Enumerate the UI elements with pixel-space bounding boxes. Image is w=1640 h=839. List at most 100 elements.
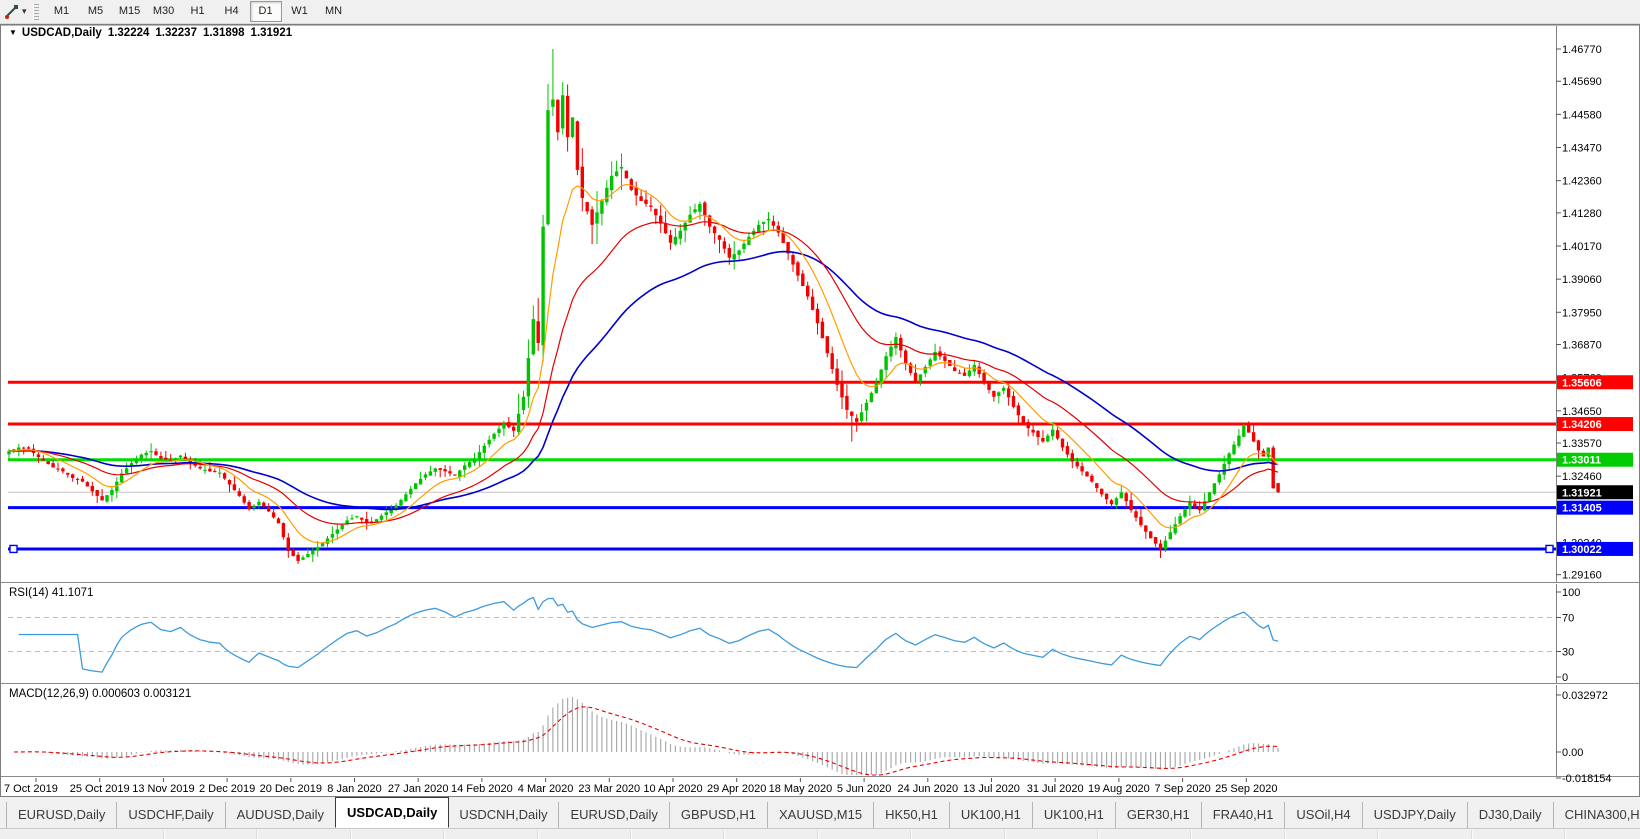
- candle-body: [865, 403, 868, 411]
- current-price-chip[interactable]: 1.31921: [1557, 485, 1633, 499]
- candle-body: [1174, 524, 1177, 533]
- candle-body: [512, 427, 515, 431]
- chart-tab-hk50-h1[interactable]: HK50,H1: [874, 802, 950, 828]
- candle-body: [375, 519, 378, 522]
- candle-body: [796, 262, 799, 275]
- candle-body: [747, 237, 750, 245]
- candle-body: [767, 219, 770, 221]
- candle-body: [1276, 483, 1279, 492]
- chart-tab-fra40-h1[interactable]: FRA40,H1: [1202, 802, 1286, 828]
- candle-body: [777, 226, 780, 233]
- symbol-dropdown-icon[interactable]: ▼: [9, 28, 17, 37]
- chart-tab-usdcnh-daily[interactable]: USDCNH,Daily: [448, 802, 559, 828]
- candle-body: [409, 489, 412, 494]
- candle-body: [1252, 432, 1255, 441]
- price-chart-canvas[interactable]: 1.467701.456901.445801.434701.423601.412…: [0, 0, 1640, 839]
- candle-body: [953, 367, 956, 371]
- candle-body: [835, 368, 838, 384]
- candle-body: [198, 467, 201, 469]
- symbol-timeframe-label: USDCAD,Daily: [22, 27, 102, 39]
- rsi-axis-tick-label: 70: [1562, 613, 1574, 625]
- candle-body: [982, 373, 985, 383]
- date-axis-label: 23 Mar 2020: [578, 783, 640, 795]
- candle-body: [179, 456, 182, 458]
- chart-tab-eurusd-daily[interactable]: EURUSD,Daily: [559, 802, 669, 828]
- candle-body: [267, 507, 270, 511]
- status-divider: [1190, 830, 1192, 839]
- date-axis-label: 13 Nov 2019: [132, 783, 194, 795]
- chart-tab-bar: EURUSD,DailyUSDCHF,DailyAUDUSD,DailyUSDC…: [0, 798, 1640, 828]
- chart-tab-eurusd-daily[interactable]: EURUSD,Daily: [6, 802, 117, 828]
- candle-body: [434, 468, 437, 471]
- chart-tab-usdcad-daily[interactable]: USDCAD,Daily: [335, 797, 449, 828]
- date-axis-label: 31 Jul 2020: [1027, 783, 1084, 795]
- chart-tab-usdchf-daily[interactable]: USDCHF,Daily: [117, 802, 225, 828]
- candle-body: [1134, 511, 1137, 517]
- date-axis-label: 13 Jul 2020: [963, 783, 1020, 795]
- candle-body: [826, 336, 829, 353]
- candle-body: [566, 96, 569, 137]
- candle-body: [625, 171, 628, 179]
- chart-tab-xauusd-m15[interactable]: XAUUSD,M15: [768, 802, 874, 828]
- candle-body: [590, 209, 593, 224]
- candle-body: [860, 412, 863, 421]
- chart-tab-ger30-h1[interactable]: GER30,H1: [1116, 802, 1202, 828]
- candle-body: [894, 337, 897, 348]
- price-axis-tick-label: 1.42360: [1562, 176, 1602, 188]
- candle-body: [424, 474, 427, 477]
- candle-body: [228, 480, 231, 484]
- candle-body: [257, 502, 260, 505]
- price-level-chip[interactable]: 1.35606: [1557, 375, 1633, 389]
- candle-body: [850, 412, 853, 416]
- candle-body: [1125, 493, 1128, 501]
- candle-body: [473, 459, 476, 463]
- candle-body: [737, 250, 740, 254]
- candle-body: [889, 347, 892, 357]
- candle-body: [1144, 526, 1147, 532]
- chart-tab-uk100-h1[interactable]: UK100,H1: [950, 802, 1033, 828]
- date-axis-label: 25 Oct 2019: [70, 783, 130, 795]
- price-axis-tick-label: 1.39060: [1562, 274, 1602, 286]
- candle-body: [277, 519, 280, 524]
- price-axis-tick-label: 1.36870: [1562, 340, 1602, 352]
- candle-body: [713, 227, 716, 234]
- price-axis-tick-label: 1.46770: [1562, 44, 1602, 56]
- ohlc-close: 1.31921: [251, 27, 293, 39]
- chart-tab-china300-h1[interactable]: CHINA300,H1: [1554, 802, 1640, 828]
- candle-body: [399, 500, 402, 506]
- candle-body: [360, 518, 363, 520]
- rsi-axis-tick-label: 30: [1562, 647, 1574, 659]
- candle-body: [355, 516, 358, 517]
- candle-body: [541, 227, 544, 346]
- candle-body: [1139, 517, 1142, 525]
- candle-body: [664, 224, 667, 234]
- candle-body: [287, 538, 290, 552]
- candle-body: [404, 494, 407, 501]
- price-level-chip[interactable]: 1.31405: [1557, 501, 1633, 515]
- chart-tabs: EURUSD,DailyUSDCHF,DailyAUDUSD,DailyUSDC…: [6, 798, 1640, 828]
- chart-window-frame: [1, 25, 1640, 797]
- candle-body: [145, 453, 148, 455]
- chart-tab-audusd-daily[interactable]: AUDUSD,Daily: [226, 802, 336, 828]
- candle-body: [978, 367, 981, 374]
- price-axis-tick-label: 1.29160: [1562, 570, 1602, 582]
- candle-body: [380, 516, 383, 520]
- candle-body: [561, 95, 564, 128]
- chart-tab-dj30-daily[interactable]: DJ30,Daily: [1468, 802, 1554, 828]
- chart-title: ▼USDCAD,Daily1.322241.322371.318981.3192…: [9, 27, 292, 39]
- candle-body: [1036, 431, 1039, 437]
- date-axis-label: 14 Feb 2020: [451, 783, 513, 795]
- candle-body: [679, 231, 682, 239]
- candle-body: [56, 469, 59, 470]
- chart-tab-uk100-h1[interactable]: UK100,H1: [1033, 802, 1116, 828]
- price-level-chip[interactable]: 1.34206: [1557, 417, 1633, 431]
- candle-body: [1178, 516, 1181, 523]
- candle-body: [654, 209, 657, 215]
- line-drag-handle: [10, 545, 17, 552]
- price-level-chip[interactable]: 1.30022: [1557, 542, 1633, 556]
- candle-body: [1085, 472, 1088, 477]
- chart-tab-gbpusd-h1[interactable]: GBPUSD,H1: [670, 802, 768, 828]
- chart-tab-usoil-h4[interactable]: USOil,H4: [1285, 802, 1362, 828]
- chart-tab-usdjpy-daily[interactable]: USDJPY,Daily: [1363, 802, 1468, 828]
- price-level-chip[interactable]: 1.33011: [1557, 453, 1633, 467]
